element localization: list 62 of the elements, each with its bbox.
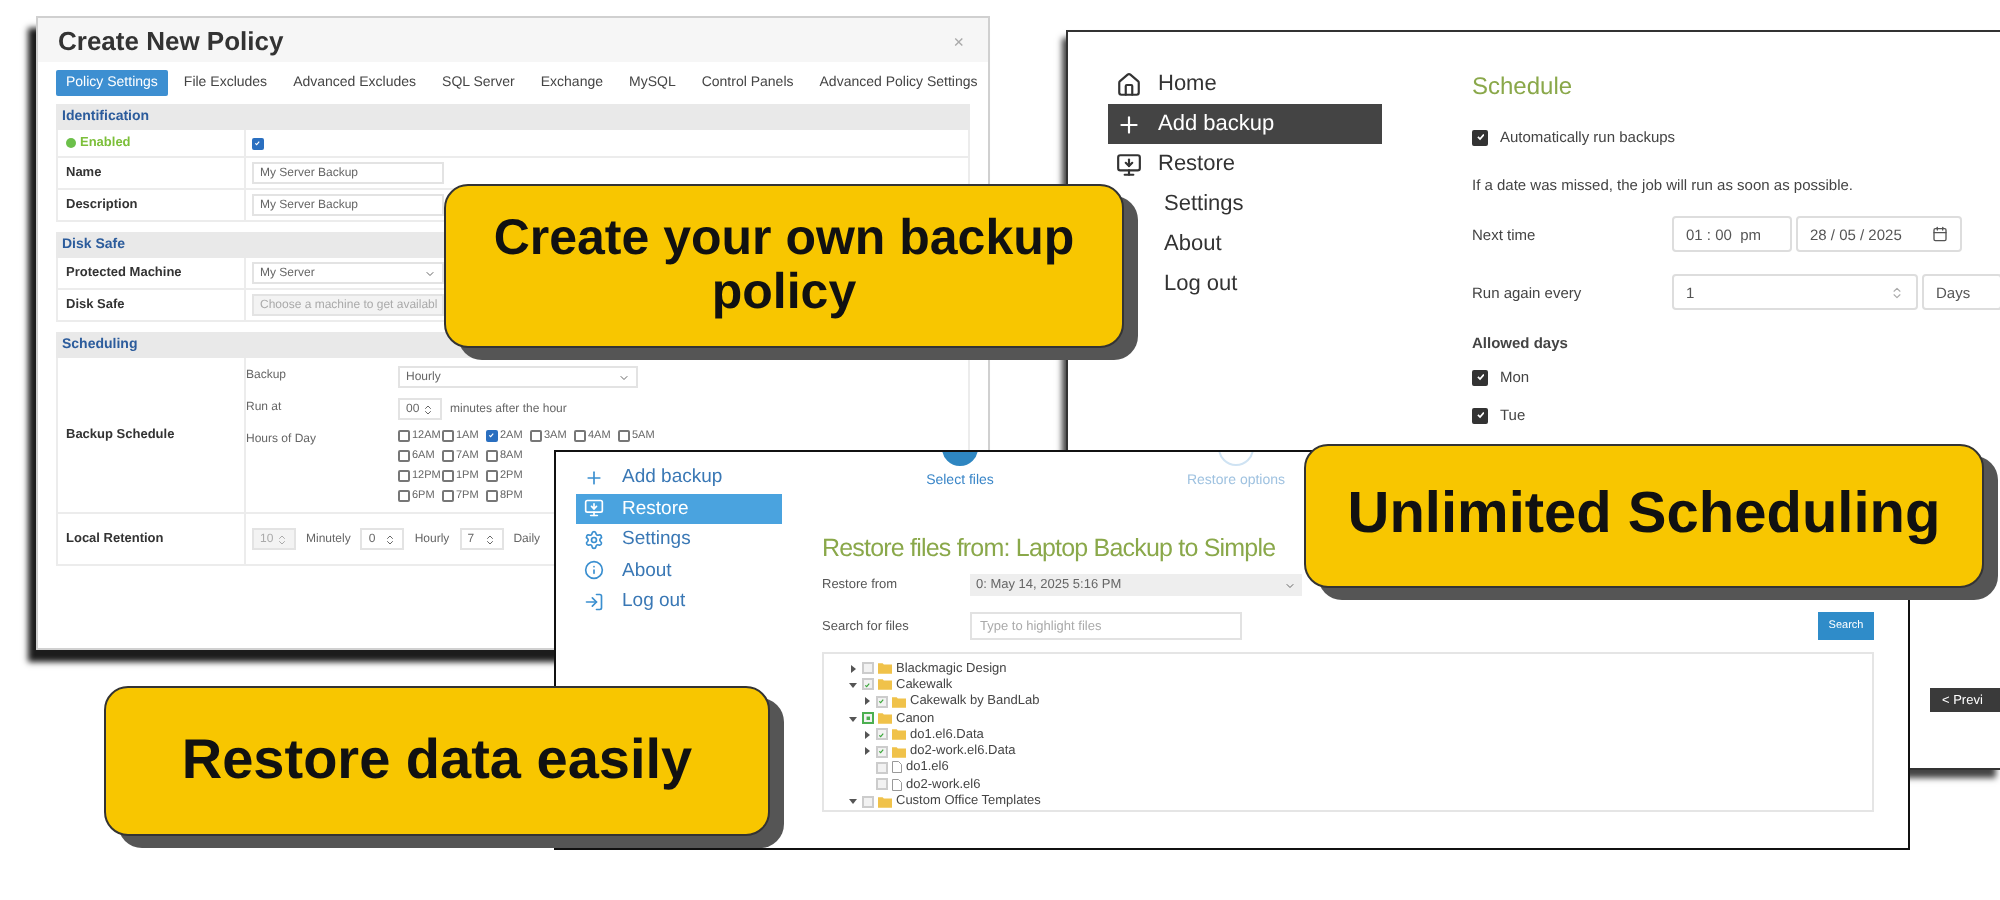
tree-checkbox[interactable] [876, 728, 888, 741]
hour-checkbox[interactable] [442, 470, 454, 482]
hour-checkbox[interactable] [486, 490, 498, 502]
caret-icon [424, 267, 436, 279]
monitor-icon [584, 498, 604, 519]
enabled-checkbox[interactable] [252, 137, 264, 149]
plus-icon [584, 467, 604, 488]
hour-checkbox[interactable] [442, 490, 454, 502]
caret-right-icon[interactable] [848, 663, 858, 674]
nav-item[interactable]: Settings [1158, 184, 1244, 224]
tree-checkbox[interactable] [862, 795, 874, 808]
tree-checkbox[interactable] [862, 662, 874, 675]
monitor-icon [1115, 151, 1141, 177]
tree-checkbox[interactable] [876, 778, 888, 791]
page-title: Restore files from: Laptop Backup to Simple [822, 534, 1276, 562]
folder-icon [878, 795, 892, 808]
checkbox[interactable] [1472, 129, 1488, 145]
hour-checkbox[interactable] [442, 450, 454, 462]
caret-right-icon[interactable] [862, 729, 872, 740]
nav-item[interactable]: About [576, 555, 782, 586]
logout-icon [584, 591, 604, 612]
tree-checkbox[interactable] [862, 678, 874, 691]
caret-right-icon[interactable] [862, 696, 872, 707]
tree-checkbox[interactable] [876, 761, 888, 774]
caret-icon [618, 371, 630, 383]
info-icon [584, 560, 604, 581]
hour-checkbox[interactable] [530, 430, 542, 442]
caret-down-icon[interactable] [848, 796, 858, 807]
hour-checkbox[interactable] [398, 430, 410, 442]
nav-item[interactable]: Add backup [576, 462, 782, 493]
nav-item[interactable]: Log out [576, 586, 782, 617]
checkbox[interactable] [1472, 407, 1488, 423]
nav-item[interactable]: Home [1108, 64, 1382, 104]
home-icon [1115, 71, 1141, 97]
tree-checkbox[interactable] [876, 745, 888, 758]
calendar-icon [1932, 226, 1948, 242]
caret-icon [1284, 579, 1296, 591]
hour-checkbox[interactable] [574, 430, 586, 442]
hour-checkbox[interactable] [442, 430, 454, 442]
settings-icon [584, 529, 604, 550]
caret-down-icon[interactable] [848, 713, 858, 724]
nav-item[interactable]: Log out [1158, 264, 1238, 304]
window-title: Create New Policy [58, 26, 284, 56]
nav-item[interactable]: Add backup [1108, 104, 1382, 144]
hour-checkbox[interactable] [618, 430, 630, 442]
plus-icon [1115, 111, 1141, 137]
spinner-icon [1890, 285, 1904, 299]
hour-checkbox[interactable] [398, 470, 410, 482]
section-heading: Schedule [1472, 72, 1575, 100]
nav-item[interactable]: About [1158, 224, 1222, 264]
hour-checkbox[interactable] [398, 490, 410, 502]
hour-checkbox[interactable] [486, 450, 498, 462]
hour-checkbox[interactable] [486, 430, 498, 442]
checkbox[interactable] [1472, 369, 1488, 385]
nav-item[interactable]: Settings [576, 524, 782, 555]
tree-checkbox[interactable] [876, 695, 888, 708]
caret-right-icon[interactable] [862, 746, 872, 757]
nav-item[interactable]: Restore [1108, 144, 1382, 184]
hour-checkbox[interactable] [398, 450, 410, 462]
tree-checkbox[interactable] [862, 712, 874, 725]
caret-down-icon[interactable] [848, 679, 858, 690]
hour-checkbox[interactable] [486, 470, 498, 482]
